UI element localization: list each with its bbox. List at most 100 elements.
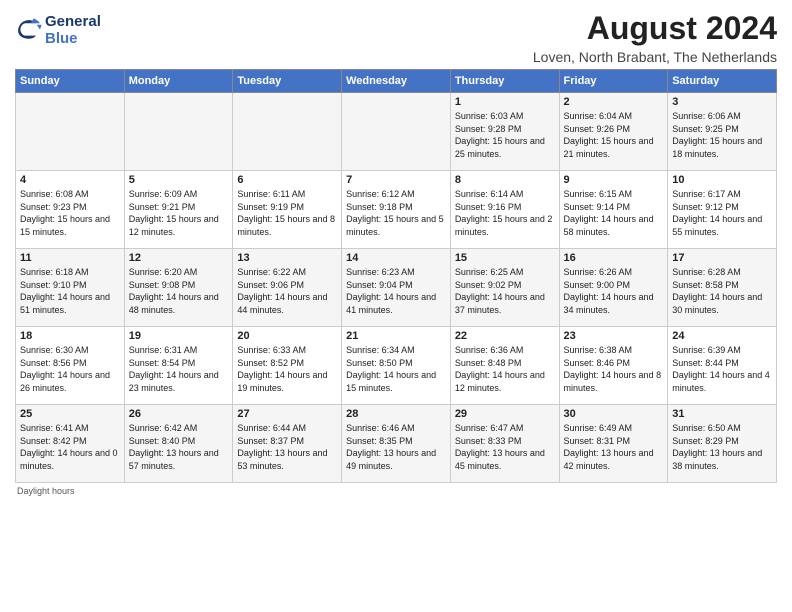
- sunset-text: Sunset: 8:46 PM: [564, 358, 631, 368]
- sunset-text: Sunset: 9:16 PM: [455, 202, 522, 212]
- cell-content: Sunrise: 6:15 AMSunset: 9:14 PMDaylight:…: [564, 188, 664, 238]
- sunset-text: Sunset: 8:35 PM: [346, 436, 413, 446]
- sunset-text: Sunset: 8:29 PM: [672, 436, 739, 446]
- calendar-cell: 31Sunrise: 6:50 AMSunset: 8:29 PMDayligh…: [668, 405, 777, 483]
- daylight-text: Daylight: 15 hours and 2 minutes.: [455, 214, 553, 237]
- sunset-text: Sunset: 9:26 PM: [564, 124, 631, 134]
- sunrise-text: Sunrise: 6:25 AM: [455, 267, 524, 277]
- cell-content: Sunrise: 6:22 AMSunset: 9:06 PMDaylight:…: [237, 266, 337, 316]
- daylight-text: Daylight: 14 hours and 19 minutes.: [237, 370, 327, 393]
- calendar-cell: 4Sunrise: 6:08 AMSunset: 9:23 PMDaylight…: [16, 171, 125, 249]
- daylight-text: Daylight: 14 hours and 30 minutes.: [672, 292, 762, 315]
- sunset-text: Sunset: 9:10 PM: [20, 280, 87, 290]
- day-number: 25: [20, 408, 120, 420]
- calendar-cell: 27Sunrise: 6:44 AMSunset: 8:37 PMDayligh…: [233, 405, 342, 483]
- calendar-week-row: 11Sunrise: 6:18 AMSunset: 9:10 PMDayligh…: [16, 249, 777, 327]
- sunrise-text: Sunrise: 6:20 AM: [129, 267, 198, 277]
- calendar-cell: [16, 93, 125, 171]
- sunrise-text: Sunrise: 6:33 AM: [237, 345, 306, 355]
- column-header-saturday: Saturday: [668, 70, 777, 93]
- cell-content: Sunrise: 6:36 AMSunset: 8:48 PMDaylight:…: [455, 344, 555, 394]
- day-number: 16: [564, 252, 664, 264]
- cell-content: Sunrise: 6:12 AMSunset: 9:18 PMDaylight:…: [346, 188, 446, 238]
- calendar-cell: 15Sunrise: 6:25 AMSunset: 9:02 PMDayligh…: [450, 249, 559, 327]
- daylight-text: Daylight: 15 hours and 8 minutes.: [237, 214, 335, 237]
- daylight-text: Daylight: 14 hours and 4 minutes.: [672, 370, 770, 393]
- cell-content: Sunrise: 6:44 AM Sunset: 8:37 PM Daylight:…: [237, 422, 337, 472]
- day-number: 13: [237, 252, 337, 264]
- sunset-text: Sunset: 8:48 PM: [455, 358, 522, 368]
- sunrise-text: Sunrise: 6:03 AM: [455, 111, 524, 121]
- calendar-cell: 7 Sunrise: 6:12 AMSunset: 9:18 PMDaylight…: [342, 171, 451, 249]
- calendar-cell: 29Sunrise: 6:47 AMSunset: 8:33 PMDayligh…: [450, 405, 559, 483]
- day-number: 21: [346, 330, 446, 342]
- cell-content: Sunrise: 6:34 AMSunset: 8:50 PMDaylight:…: [346, 344, 446, 394]
- daylight-text: Daylight: 15 hours and 15 minutes.: [20, 214, 110, 237]
- daylight-text: Daylight: 14 hours and 41 minutes.: [346, 292, 436, 315]
- calendar-cell: 30Sunrise: 6:49 AMSunset: 8:31 PMDayligh…: [559, 405, 668, 483]
- column-header-wednesday: Wednesday: [342, 70, 451, 93]
- daylight-text: Daylight: 14 hours and 15 minutes.: [346, 370, 436, 393]
- calendar-cell: 20Sunrise: 6:33 AMSunset: 8:52 PMDayligh…: [233, 327, 342, 405]
- sunset-text: Sunset: 8:50 PM: [346, 358, 413, 368]
- calendar-cell: 28Sunrise: 6:46 AMSunset: 8:35 PMDayligh…: [342, 405, 451, 483]
- calendar-cell: 14Sunrise: 6:23 AMSunset: 9:04 PMDayligh…: [342, 249, 451, 327]
- sunrise-text: Sunrise: 6:39 AM: [672, 345, 741, 355]
- calendar-cell: 5Sunrise: 6:09 AMSunset: 9:21 PMDaylight…: [124, 171, 233, 249]
- daylight-text: Daylight: 15 hours and 25 minutes.: [455, 136, 545, 159]
- sunrise-text: Sunrise: 6:12 AM: [346, 189, 415, 199]
- calendar-cell: [233, 93, 342, 171]
- cell-content: Sunrise: 6:18 AMSunset: 9:10 PMDaylight:…: [20, 266, 120, 316]
- cell-content: Sunrise: 6:06 AMSunset: 9:25 PMDaylight:…: [672, 110, 772, 160]
- calendar-cell: 17Sunrise: 6:28 AMSunset: 8:58 PMDayligh…: [668, 249, 777, 327]
- sunset-text: Sunset: 8:42 PM: [20, 436, 87, 446]
- cell-content: Sunrise: 6:49 AMSunset: 8:31 PMDaylight:…: [564, 422, 664, 472]
- sunset-text: Sunset: 8:40 PM: [129, 436, 196, 446]
- day-number: 17: [672, 252, 772, 264]
- cell-content: Sunrise: 6:26 AMSunset: 9:00 PMDaylight:…: [564, 266, 664, 316]
- sunset-text: Sunset: 8:58 PM: [672, 280, 739, 290]
- daylight-text: Daylight: 13 hours and 57 minutes.: [129, 448, 219, 471]
- sunrise-text: Sunrise: 6:26 AM: [564, 267, 633, 277]
- day-number: 12: [129, 252, 229, 264]
- calendar-cell: 10Sunrise: 6:17 AMSunset: 9:12 PMDayligh…: [668, 171, 777, 249]
- day-number: 31: [672, 408, 772, 420]
- day-number: 23: [564, 330, 664, 342]
- calendar-table: SundayMondayTuesdayWednesdayThursdayFrid…: [15, 69, 777, 483]
- sunset-text: Sunset: 8:56 PM: [20, 358, 87, 368]
- sunset-text: Sunset: 9:25 PM: [672, 124, 739, 134]
- cell-content: Sunrise: 6:03 AMSunset: 9:28 PMDaylight:…: [455, 110, 555, 160]
- logo-text-block: General Blue: [45, 14, 101, 47]
- sunset-text: Sunset: 9:23 PM: [20, 202, 87, 212]
- cell-content: Sunrise: 6:46 AMSunset: 8:35 PMDaylight:…: [346, 422, 446, 472]
- day-number: 2: [564, 96, 664, 108]
- daylight-text: Daylight: 13 hours and 49 minutes.: [346, 448, 436, 471]
- daylight-text: Daylight: 14 hours and 12 minutes.: [455, 370, 545, 393]
- cell-content: Sunrise: 6:08 AMSunset: 9:23 PMDaylight:…: [20, 188, 120, 238]
- daylight-text: Daylight: 14 hours and 58 minutes.: [564, 214, 654, 237]
- calendar-cell: 18Sunrise: 6:30 AMSunset: 8:56 PMDayligh…: [16, 327, 125, 405]
- sunrise-text: Sunrise: 6:47 AM: [455, 423, 524, 433]
- daylight-text: Daylight: 14 hours and 34 minutes.: [564, 292, 654, 315]
- calendar-cell: 23Sunrise: 6:38 AMSunset: 8:46 PMDayligh…: [559, 327, 668, 405]
- sunrise-text: Sunrise: 6:44 AM: [237, 423, 306, 433]
- day-number: 6: [237, 174, 337, 186]
- daylight-text: Daylight: 15 hours and 12 minutes.: [129, 214, 219, 237]
- calendar-footer: Daylight hours: [15, 486, 777, 496]
- calendar-cell: 11Sunrise: 6:18 AMSunset: 9:10 PMDayligh…: [16, 249, 125, 327]
- daylight-text: Daylight: 13 hours and 53 minutes.: [237, 448, 327, 471]
- cell-content: Sunrise: 6:17 AMSunset: 9:12 PMDaylight:…: [672, 188, 772, 238]
- calendar-cell: 24Sunrise: 6:39 AMSunset: 8:44 PMDayligh…: [668, 327, 777, 405]
- sunrise-text: Sunrise: 6:11 AM: [237, 189, 305, 199]
- day-number: 26: [129, 408, 229, 420]
- column-header-sunday: Sunday: [16, 70, 125, 93]
- sunrise-text: Sunrise: 6:18 AM: [20, 267, 89, 277]
- sunset-text: Sunset: 8:37 PM: [237, 436, 304, 446]
- daylight-text: Daylight: 14 hours and 23 minutes.: [129, 370, 219, 393]
- sunset-text: Sunset: 9:08 PM: [129, 280, 196, 290]
- calendar-cell: 25Sunrise: 6:41 AMSunset: 8:42 PMDayligh…: [16, 405, 125, 483]
- daylight-text: Daylight: 13 hours and 42 minutes.: [564, 448, 654, 471]
- daylight-text: Daylight: 14 hours and 55 minutes.: [672, 214, 762, 237]
- cell-content: Sunrise: 6:47 AMSunset: 8:33 PMDaylight:…: [455, 422, 555, 472]
- day-number: 7: [346, 174, 446, 186]
